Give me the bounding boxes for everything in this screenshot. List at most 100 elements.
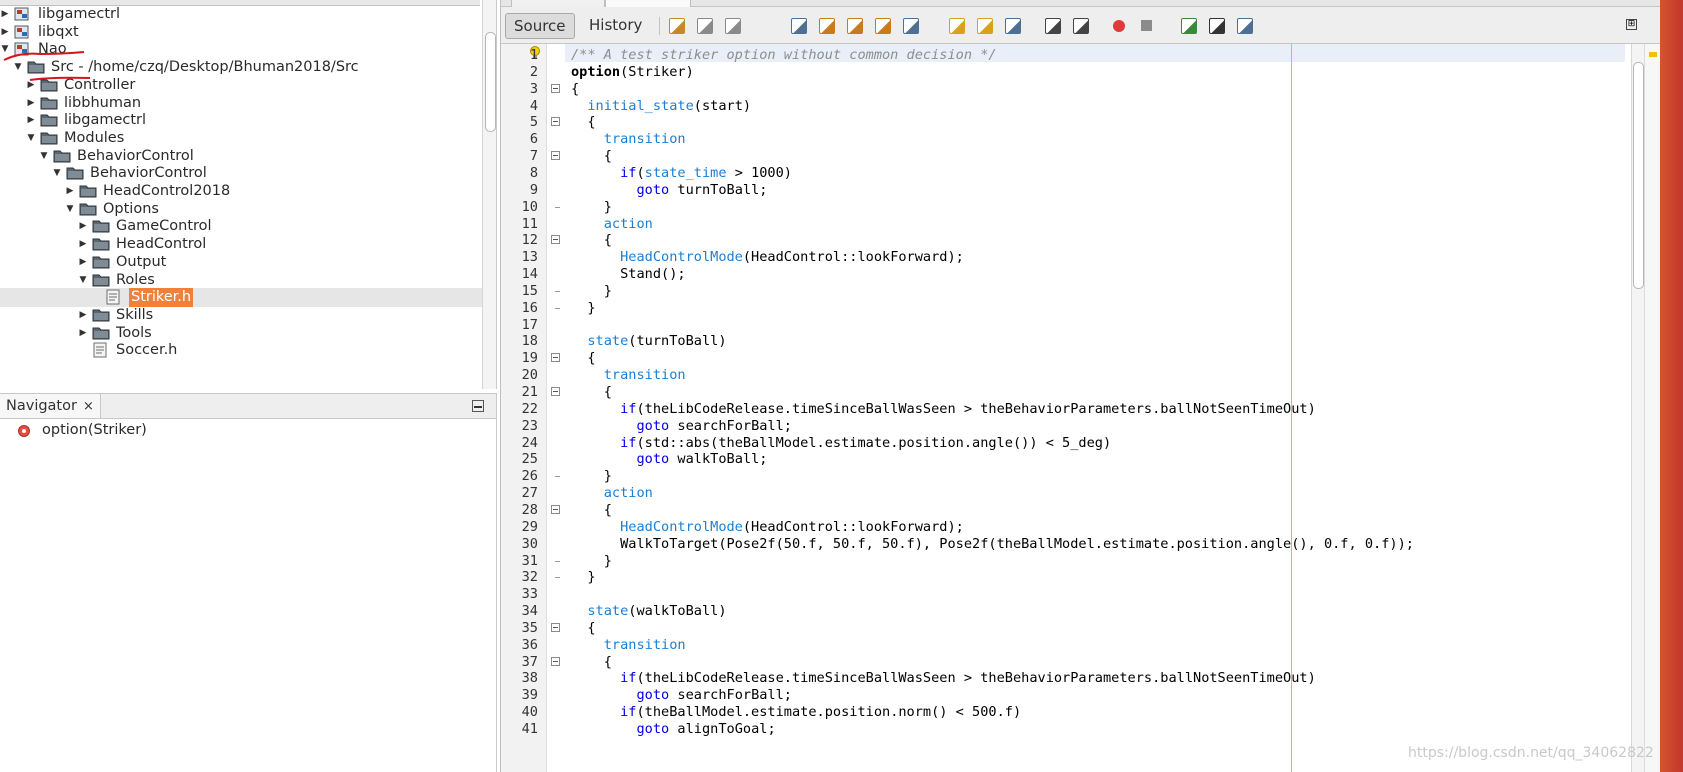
tree-item[interactable]: ▶ Tools [0, 324, 482, 343]
project-tree-pane: ▶ libgamectrl ▶ libqxt ▼ Nao ▼ Src - /home/czq/… [0, 0, 497, 389]
fold-toggle-icon[interactable] [551, 504, 560, 514]
tree-item-label: Src - /home/czq/Desktop/Bhuman2018/Src [51, 59, 359, 76]
tree-item[interactable]: ▶ Skills [0, 306, 482, 325]
tree-item[interactable]: ▼ BehaviorControl [0, 164, 482, 183]
expand-triangle-icon[interactable]: ▶ [78, 257, 88, 267]
line-number: 14 [521, 266, 538, 283]
collapse-triangle-icon[interactable]: ▼ [78, 275, 88, 285]
source-view-button[interactable]: Source [505, 13, 575, 39]
tree-item[interactable]: ▶ libbhuman [0, 94, 482, 113]
tree-item[interactable]: Soccer.h [0, 341, 482, 360]
previous-bookmark-icon[interactable] [697, 18, 713, 34]
code-token: transition [603, 636, 686, 653]
fold-end-marker [555, 307, 560, 309]
tree-item[interactable]: Striker.h [0, 288, 482, 308]
collapse-triangle-icon[interactable]: ▼ [52, 168, 62, 178]
find-next-icon[interactable] [847, 18, 863, 34]
code-token: option [571, 63, 621, 80]
next-bookmark-icon[interactable] [725, 18, 741, 34]
code-token: transition [603, 131, 686, 148]
shift-left-icon[interactable] [1045, 18, 1061, 34]
tree-scrollbar-thumb[interactable] [485, 32, 496, 132]
code-token: alignToGoal; [669, 721, 776, 737]
tree-item[interactable]: ▼ Modules [0, 129, 482, 148]
expand-triangle-icon[interactable]: ▶ [26, 80, 36, 90]
tree-item[interactable]: ▶ HeadControl [0, 235, 482, 254]
tree-item[interactable]: ▼ Nao [0, 40, 482, 59]
minimize-icon[interactable] [472, 400, 484, 412]
warning-marker[interactable] [1649, 52, 1657, 57]
tree-item[interactable]: ▼ BehaviorControl [0, 147, 482, 166]
uncomment-icon[interactable] [1209, 18, 1225, 34]
editor-scrollbar-thumb[interactable] [1633, 62, 1644, 289]
comment-icon[interactable] [1181, 18, 1197, 34]
shift-right-icon[interactable] [1073, 18, 1089, 34]
code-token: (HeadControl::lookForward); [742, 249, 964, 266]
expand-triangle-icon[interactable]: ▶ [78, 310, 88, 320]
tree-item[interactable]: ▼ Src - /home/czq/Desktop/Bhuman2018/Src [0, 58, 482, 77]
tab-navigator[interactable]: Navigator × [0, 394, 101, 418]
collapse-triangle-icon[interactable]: ▼ [13, 62, 23, 72]
folder-icon [40, 78, 58, 92]
start-macro-icon[interactable] [1113, 20, 1125, 32]
previous-match-icon[interactable] [949, 18, 965, 34]
tree-item[interactable]: ▶ Controller [0, 76, 482, 95]
toggle-rect-selection-icon[interactable] [903, 18, 919, 34]
toggle-bookmark-icon[interactable] [1005, 18, 1021, 34]
back-to-last-edit-icon[interactable] [669, 18, 685, 34]
tree-scrollbar[interactable] [482, 0, 496, 389]
tree-item[interactable]: ▶ HeadControl2018 [0, 182, 482, 201]
collapse-triangle-icon[interactable]: ▼ [39, 151, 49, 161]
tree-item[interactable]: ▼ Options [0, 200, 482, 219]
code-token: } [571, 569, 596, 586]
code-line: state(turnToBall) [571, 332, 726, 350]
code-line: if(theLibCodeRelease.timeSinceBallWasSee… [571, 400, 1316, 418]
diff-icon[interactable] [1237, 18, 1253, 34]
toggle-highlight-icon[interactable] [875, 18, 891, 34]
collapse-triangle-icon[interactable]: ▼ [26, 133, 36, 143]
line-number: 3 [529, 80, 538, 97]
fold-toggle-icon[interactable] [551, 387, 560, 396]
tree-item[interactable]: ▶ libgamectrl [0, 111, 482, 130]
collapse-triangle-icon[interactable]: ▼ [0, 44, 10, 54]
tree-item[interactable]: ▶ libgamectrl [0, 5, 482, 24]
header-file-icon [105, 289, 121, 305]
fold-toggle-icon[interactable] [551, 622, 560, 632]
tree-item[interactable]: ▶ GameControl [0, 217, 482, 236]
next-match-icon[interactable] [977, 18, 993, 34]
expand-triangle-icon[interactable]: ▶ [0, 27, 10, 37]
tree-item[interactable]: ▼ Roles [0, 271, 482, 290]
expand-triangle-icon[interactable]: ▶ [65, 186, 75, 196]
folder-icon [92, 255, 110, 269]
tree-item[interactable]: ▶ Output [0, 253, 482, 272]
fold-toggle-icon[interactable] [551, 83, 560, 93]
close-icon[interactable]: × [83, 399, 94, 414]
fold-toggle-icon[interactable] [551, 353, 560, 363]
expand-triangle-icon[interactable]: ▶ [78, 221, 88, 231]
fold-toggle-icon[interactable] [551, 656, 560, 666]
fold-toggle-icon[interactable] [551, 235, 560, 245]
history-view-button[interactable]: History [581, 13, 650, 37]
code-token: state [587, 333, 629, 350]
watermark-text: https://blog.csdn.net/qq_34062822 [1408, 745, 1654, 761]
expand-triangle-icon[interactable]: ▶ [0, 9, 10, 19]
fold-toggle-icon[interactable] [551, 151, 560, 161]
maximize-icon[interactable]: ⊞ [1626, 19, 1637, 30]
expand-triangle-icon[interactable]: ▶ [26, 115, 36, 125]
stop-macro-icon[interactable] [1141, 20, 1152, 31]
expand-triangle-icon[interactable]: ▶ [78, 328, 88, 338]
code-line: } [571, 282, 612, 300]
expand-triangle-icon[interactable]: ▶ [26, 98, 36, 108]
find-previous-icon[interactable] [819, 18, 835, 34]
editor-scrollbar[interactable] [1631, 44, 1644, 772]
tree-item[interactable]: ▶ libqxt [0, 23, 482, 42]
code-line: } [571, 552, 612, 570]
collapse-triangle-icon[interactable]: ▼ [65, 204, 75, 214]
expand-triangle-icon[interactable]: ▶ [78, 239, 88, 249]
find-icon[interactable] [791, 18, 807, 34]
folder-icon [27, 60, 45, 74]
code-text-area[interactable]: /** A test striker option without common… [565, 44, 1625, 772]
fold-toggle-icon[interactable] [551, 117, 560, 127]
